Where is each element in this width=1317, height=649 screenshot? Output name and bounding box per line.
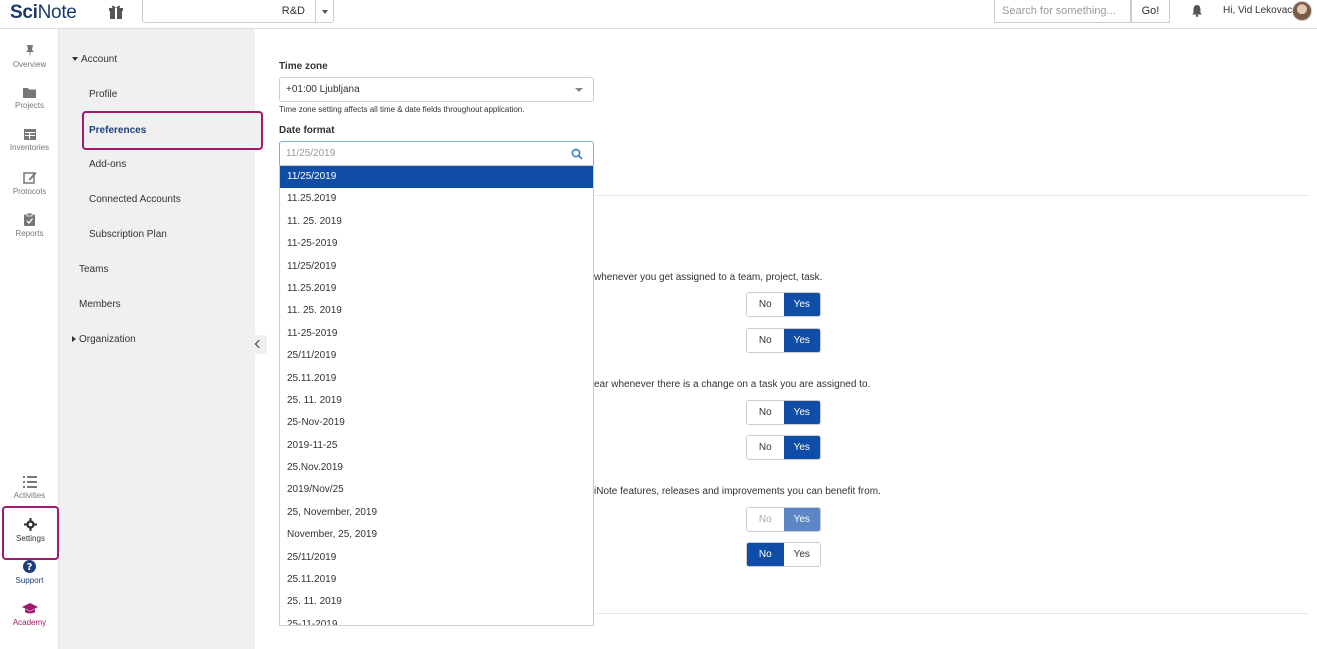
sidebar-item-teams[interactable]: Teams (79, 264, 108, 275)
chevron-down-icon (575, 88, 583, 92)
team-select[interactable]: R&D (142, 0, 334, 23)
toggle-no[interactable]: No (747, 436, 784, 459)
nav-inventories[interactable]: Inventories (0, 129, 59, 152)
dateformat-option[interactable]: 11-25-2019 (280, 233, 593, 255)
dateformat-option[interactable]: 11. 25. 2019 (280, 211, 593, 233)
toggle-no: No (747, 508, 784, 531)
toggle-yes[interactable]: Yes (783, 401, 820, 424)
toggle-changes-email[interactable]: No Yes (746, 435, 821, 460)
sidebar-item-account[interactable]: Account (72, 54, 117, 65)
dateformat-label: Date format (279, 125, 335, 136)
dateformat-option[interactable]: 25/11/2019 (280, 547, 593, 569)
toggle-no[interactable]: No (747, 293, 784, 316)
dateformat-option[interactable]: November, 25, 2019 (280, 524, 593, 546)
toggle-yes[interactable]: Yes (783, 543, 820, 566)
toggle-yes: Yes (783, 508, 820, 531)
notice-recent-changes: ear whenever there is a change on a task… (594, 379, 871, 390)
sidebar-item-profile[interactable]: Profile (89, 89, 117, 100)
dateformat-option[interactable]: 25-11-2019 (280, 614, 593, 625)
dateformat-option[interactable]: 25-Nov-2019 (280, 412, 593, 434)
sidebar-item-subscription-plan[interactable]: Subscription Plan (89, 229, 167, 240)
nav-protocols[interactable]: Protocols (0, 171, 59, 196)
dateformat-option[interactable]: 2019-11-25 (280, 435, 593, 457)
caret-right-icon (72, 336, 76, 343)
nav-support[interactable]: ? Support (0, 560, 59, 585)
clipboard-icon (24, 213, 35, 226)
user-greeting[interactable]: Hi, Vid Lekovac (1223, 5, 1292, 16)
nav-reports[interactable]: Reports (0, 213, 59, 238)
timezone-select[interactable]: +01:00 Ljubljana (279, 77, 594, 102)
edit-icon (22, 172, 36, 184)
dateformat-option[interactable]: 11.25.2019 (280, 188, 593, 210)
nav-academy[interactable]: Academy (0, 603, 59, 627)
sidebar-item-addons[interactable]: Add-ons (89, 159, 126, 170)
sidebar-item-preferences[interactable]: Preferences (89, 125, 146, 136)
folder-icon (23, 88, 36, 98)
dateformat-dropdown[interactable]: 11/25/2019 11.25.2019 11. 25. 2019 11-25-20… (279, 165, 594, 626)
toggle-assignments-email[interactable]: No Yes (746, 328, 821, 353)
dateformat-option[interactable]: 25.11.2019 (280, 368, 593, 390)
chevron-down-icon[interactable] (315, 0, 333, 22)
gear-icon (24, 518, 37, 531)
search-input[interactable]: Search for something... (994, 0, 1131, 23)
dateformat-option[interactable]: 25. 11. 2019 (280, 591, 593, 613)
toggle-yes[interactable]: Yes (783, 329, 820, 352)
preferences-panel: Time zone +01:00 Ljubljana Time zone set… (255, 29, 1317, 649)
team-select-value: R&D (281, 5, 305, 17)
search-icon (571, 148, 583, 160)
nav-activities[interactable]: Activities (0, 476, 59, 500)
top-bar: SciNote R&D Search for something... Go! … (0, 0, 1317, 29)
caret-down-icon (72, 57, 78, 62)
svg-text:?: ? (27, 562, 33, 573)
toggle-system-email[interactable]: No Yes (746, 542, 821, 567)
dateformat-option[interactable]: 2019/Nov/25 (280, 479, 593, 501)
nav-projects[interactable]: Projects (0, 87, 59, 110)
dateformat-option[interactable]: 11. 25. 2019 (280, 300, 593, 322)
toggle-no[interactable]: No (747, 329, 784, 352)
graduation-cap-icon (21, 603, 38, 614)
timezone-hint: Time zone setting affects all time & dat… (279, 105, 525, 114)
dateformat-option[interactable]: 25.11.2019 (280, 569, 593, 591)
gift-icon[interactable] (106, 3, 126, 23)
scinote-logo[interactable]: SciNote (10, 2, 77, 24)
toggle-no[interactable]: No (747, 401, 784, 424)
question-icon: ? (23, 560, 36, 573)
sidebar-item-members[interactable]: Members (79, 299, 121, 310)
list-icon (22, 476, 37, 488)
dateformat-option[interactable]: 25, November, 2019 (280, 502, 593, 524)
toggle-system-inapp: No Yes (746, 507, 821, 532)
toggle-yes[interactable]: Yes (783, 293, 820, 316)
table-icon (23, 129, 36, 140)
section-divider (594, 195, 1309, 196)
toggle-changes-inapp[interactable]: No Yes (746, 400, 821, 425)
section-divider (594, 613, 1309, 614)
toggle-assignments-inapp[interactable]: No Yes (746, 292, 821, 317)
nav-overview[interactable]: Overview (0, 44, 59, 69)
dateformat-option[interactable]: 25. 11. 2019 (280, 390, 593, 412)
nav-rail: Overview Projects Inventories Protocols … (0, 29, 59, 649)
nav-settings[interactable]: Settings (2, 506, 59, 560)
dateformat-option[interactable]: 11/25/2019 (280, 256, 593, 278)
avatar[interactable] (1292, 1, 1312, 21)
dateformat-option[interactable]: 11-25-2019 (280, 323, 593, 345)
dateformat-option[interactable]: 25.Nov.2019 (280, 457, 593, 479)
toggle-yes[interactable]: Yes (783, 436, 820, 459)
sidebar-item-organization[interactable]: Organization (72, 334, 136, 345)
dateformat-option[interactable]: 25/11/2019 (280, 345, 593, 367)
search-go-button[interactable]: Go! (1131, 0, 1170, 23)
sidebar-item-connected-accounts[interactable]: Connected Accounts (89, 194, 181, 205)
dateformat-search-input[interactable]: 11/25/2019 (279, 141, 594, 166)
dateformat-option[interactable]: 11/25/2019 (280, 166, 593, 189)
timezone-label: Time zone (279, 61, 328, 72)
settings-sidebar: Account Profile Preferences Add-ons Conn… (59, 29, 263, 649)
notice-system: iNote features, releases and improvement… (594, 486, 881, 497)
bell-icon[interactable] (1191, 4, 1203, 17)
notice-assignments: whenever you get assigned to a team, pro… (594, 272, 823, 283)
dateformat-option[interactable]: 11.25.2019 (280, 278, 593, 300)
toggle-no[interactable]: No (747, 543, 784, 566)
pin-icon (25, 45, 34, 57)
